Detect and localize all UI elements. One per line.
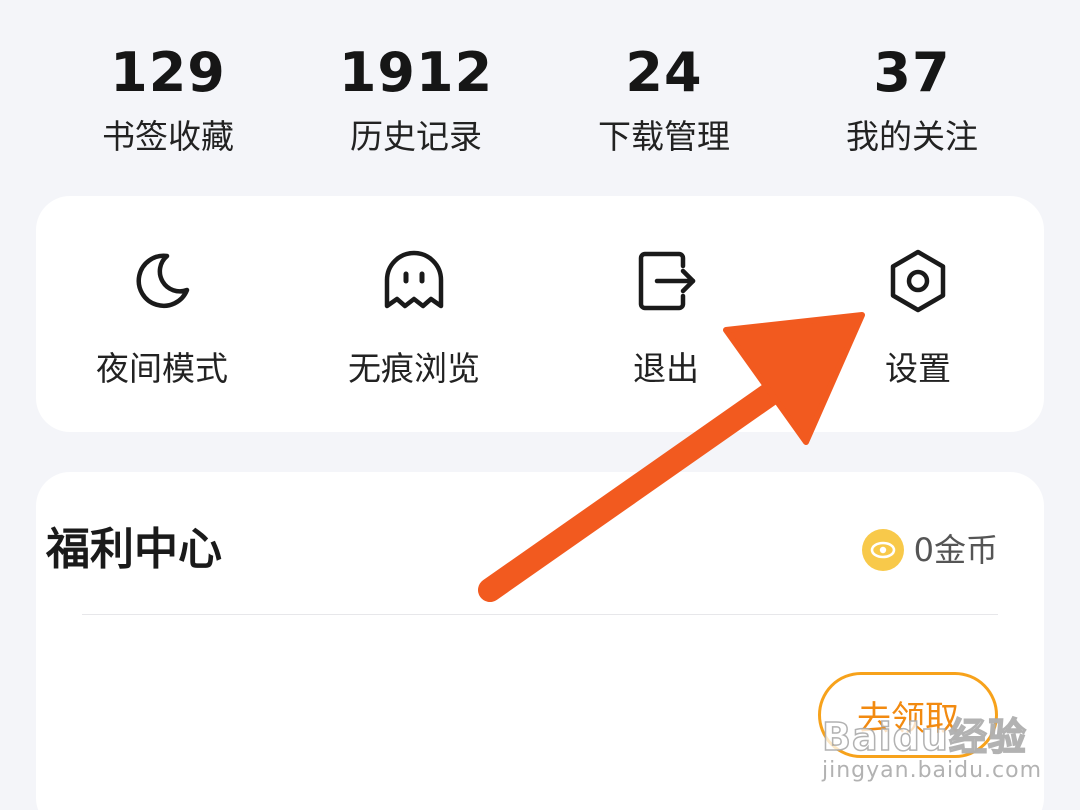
ghost-icon (384, 250, 444, 309)
stat-value: 129 (110, 41, 226, 104)
coin-amount: 0金币 (913, 531, 998, 569)
stat-label: 下载管理 (598, 117, 730, 156)
stat-bookmarks[interactable]: 129 书签收藏 (44, 40, 292, 170)
divider (82, 614, 998, 615)
welfare-title: 福利中心 (46, 524, 222, 575)
tools-card: 夜间模式 无痕浏览 退出 设置 (36, 196, 1044, 432)
stat-following[interactable]: 37 我的关注 (788, 40, 1036, 170)
coin-icon (861, 529, 904, 571)
moon-icon (136, 253, 190, 309)
stat-label: 我的关注 (846, 117, 978, 156)
watermark: Baidu经验 jingyan.baidu.com (821, 715, 1043, 790)
incognito-button[interactable]: 无痕浏览 (288, 196, 540, 432)
stat-history[interactable]: 1912 历史记录 (292, 40, 540, 170)
stat-downloads[interactable]: 24 下载管理 (540, 40, 788, 170)
logout-icon (638, 251, 696, 311)
stat-value: 24 (625, 41, 703, 104)
watermark-url: jingyan.baidu.com (822, 758, 1043, 783)
stat-value: 1912 (338, 41, 494, 104)
stat-value: 37 (873, 41, 951, 104)
watermark-brand: Baidu经验 (821, 715, 1027, 759)
tool-label: 夜间模式 (96, 349, 228, 388)
tool-label: 设置 (885, 349, 951, 388)
settings-button[interactable]: 设置 (792, 196, 1044, 432)
settings-hexagon-icon (890, 249, 946, 313)
stat-label: 书签收藏 (102, 117, 234, 156)
tool-label: 无痕浏览 (348, 349, 480, 388)
stats-row: 129 书签收藏 1912 历史记录 24 下载管理 37 我的关注 (44, 40, 1036, 170)
stat-label: 历史记录 (350, 117, 482, 156)
logout-button[interactable]: 退出 (540, 196, 792, 432)
tool-label: 退出 (633, 349, 699, 388)
night-mode-button[interactable]: 夜间模式 (36, 196, 288, 432)
coin-balance[interactable]: 0金币 (861, 528, 998, 572)
